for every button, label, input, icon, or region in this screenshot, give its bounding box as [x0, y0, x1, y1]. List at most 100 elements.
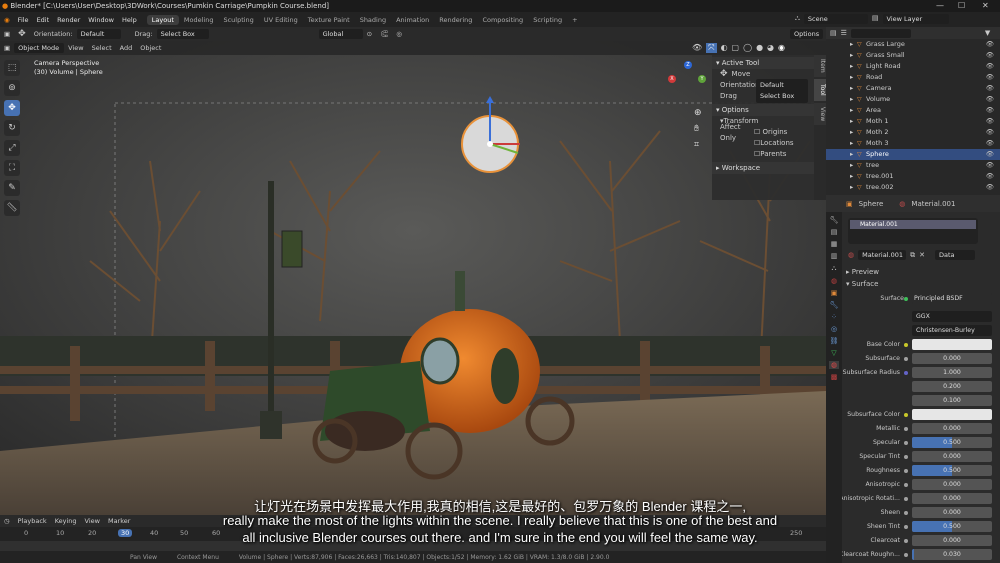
measure-tool-icon[interactable]: 📏︎ [4, 200, 20, 216]
tab-modeling[interactable]: Modeling [179, 15, 219, 25]
input-socket-icon[interactable] [904, 525, 908, 529]
expand-arrow-icon[interactable]: ▸ [850, 171, 853, 182]
mode-dropdown[interactable]: Object Mode [14, 43, 65, 53]
shading-material-icon[interactable]: ◕ [767, 43, 774, 53]
tab-compositing[interactable]: Compositing [477, 15, 528, 25]
gizmo-x-axis[interactable]: X [668, 75, 676, 83]
sss-method-dropdown[interactable]: Christensen-Burley [912, 325, 992, 336]
preview-panel-header[interactable]: ▸ Preview [846, 266, 1000, 278]
scene-selector[interactable]: Scene [803, 14, 868, 24]
input-socket-icon[interactable] [904, 553, 908, 557]
shading-rendered-icon[interactable]: ◉ [778, 43, 785, 53]
move-tool-button[interactable]: ✥ [4, 100, 20, 116]
menu-view[interactable]: View [64, 44, 87, 52]
data-tab-icon[interactable]: ▽ [831, 349, 836, 357]
color-swatch[interactable] [912, 339, 992, 350]
cursor-tool-icon[interactable]: ⊚ [4, 80, 20, 96]
xray-icon[interactable]: ▢ [732, 43, 740, 53]
modifier-tab-icon[interactable]: 🔧︎ [830, 301, 839, 309]
expand-arrow-icon[interactable]: ▸ [850, 182, 853, 193]
outliner-item[interactable]: ▸ ▽ Area 👁︎ [826, 105, 1000, 116]
options-header[interactable]: ▾ Options [712, 104, 814, 116]
tab-view[interactable]: View [814, 103, 826, 125]
view-layer-tab-icon[interactable]: ▥ [831, 252, 838, 260]
visibility-toggle-icon[interactable]: 👁︎ [986, 94, 994, 105]
outliner-item[interactable]: ▸ ▽ Moth 1 👁︎ [826, 116, 1000, 127]
orientation-dropdown[interactable]: Default [76, 29, 121, 39]
value-slider[interactable]: 1.000 [912, 367, 992, 378]
value-slider[interactable]: 0.000 [912, 507, 992, 518]
expand-arrow-icon[interactable]: ▸ [850, 61, 853, 72]
minimize-button[interactable]: — [936, 0, 944, 12]
visibility-toggle-icon[interactable]: 👁︎ [986, 61, 994, 72]
value-slider[interactable]: 0.500 [912, 521, 992, 532]
expand-arrow-icon[interactable]: ▸ [850, 160, 853, 171]
visibility-toggle-icon[interactable]: 👁︎ [986, 105, 994, 116]
outliner-search-input[interactable] [850, 28, 911, 38]
pivot-icon[interactable]: ⊙ [363, 30, 376, 38]
tab-item[interactable]: Item [814, 55, 826, 77]
outliner-item[interactable]: ▸ ▽ Volume 👁︎ [826, 94, 1000, 105]
maximize-button[interactable]: ☐ [958, 0, 965, 12]
outliner-item[interactable]: ▸ ▽ Light Road 👁︎ [826, 61, 1000, 72]
link-dropdown[interactable]: Data [934, 250, 975, 260]
visibility-icon[interactable]: 👁︎ [692, 43, 702, 53]
expand-arrow-icon[interactable]: ▸ [850, 72, 853, 83]
outliner-item[interactable]: ▸ ▽ Moth 2 👁︎ [826, 127, 1000, 138]
outliner-item[interactable]: ▸ ▽ Road 👁︎ [826, 72, 1000, 83]
outliner-item[interactable]: ▸ ▽ tree.001 👁︎ [826, 171, 1000, 182]
value-slider[interactable]: 0.200 [912, 381, 992, 392]
outliner-item[interactable]: ▸ ▽ Camera 👁︎ [826, 83, 1000, 94]
timeline-editor-icon[interactable]: ◷ [0, 517, 14, 525]
value-slider[interactable]: 0.000 [912, 423, 992, 434]
display-mode-icon[interactable]: ☰ [841, 29, 847, 37]
view-layer-selector[interactable]: View Layer [882, 14, 949, 24]
active-tool-header[interactable]: ▾ Active Tool [712, 57, 814, 69]
value-slider[interactable]: 0.000 [912, 535, 992, 546]
np-drag-dropdown[interactable]: Select Box [756, 90, 808, 103]
world-tab-icon[interactable]: ◍ [831, 277, 837, 285]
tab-shading[interactable]: Shading [355, 15, 391, 25]
menu-edit[interactable]: Edit [33, 16, 54, 24]
outliner-editor-icon[interactable]: ▤ [830, 29, 837, 37]
input-socket-icon[interactable] [904, 413, 908, 417]
expand-arrow-icon[interactable]: ▸ [850, 94, 853, 105]
outliner-item[interactable]: ▸ ▽ tree.002 👁︎ [826, 182, 1000, 193]
proportional-edit-icon[interactable]: ◎ [392, 30, 406, 38]
outliner-item[interactable]: ▸ ▽ Moth 3 👁︎ [826, 138, 1000, 149]
material-tab-icon[interactable]: ◍ [828, 361, 840, 369]
gizmo-toggle-icon[interactable]: ⤧ [706, 43, 717, 53]
input-socket-icon[interactable] [904, 343, 908, 347]
visibility-toggle-icon[interactable]: 👁︎ [986, 138, 994, 149]
input-socket-icon[interactable] [904, 511, 908, 515]
outliner-item[interactable]: ▸ ▽ Grass Large 👁︎ [826, 39, 1000, 50]
expand-arrow-icon[interactable]: ▸ [850, 83, 853, 94]
transform-tool-icon[interactable]: ⛶ [4, 160, 20, 176]
scale-tool-icon[interactable]: ⤢ [4, 140, 20, 156]
texture-tab-icon[interactable]: ▩ [831, 373, 838, 381]
expand-arrow-icon[interactable]: ▸ [850, 105, 853, 116]
value-slider[interactable]: 0.500 [912, 465, 992, 476]
gizmo-y-axis[interactable]: Y [698, 75, 706, 83]
gizmo-z-axis[interactable]: Z [684, 61, 692, 69]
outliner-item[interactable]: ▸ ▽ tree 👁︎ [826, 160, 1000, 171]
visibility-toggle-icon[interactable]: 👁︎ [986, 39, 994, 50]
navigation-gizmo[interactable]: Z Y X [668, 61, 708, 111]
expand-arrow-icon[interactable]: ▸ [850, 149, 853, 160]
value-slider[interactable]: 0.030 [912, 549, 992, 560]
value-slider[interactable]: 0.000 [912, 353, 992, 364]
expand-arrow-icon[interactable]: ▸ [850, 127, 853, 138]
input-socket-icon[interactable] [904, 427, 908, 431]
tab-scripting[interactable]: Scripting [528, 15, 567, 25]
options-dropdown[interactable]: Options [790, 29, 824, 39]
3d-viewport[interactable]: Camera Perspective (30) Volume | Sphere … [0, 41, 826, 515]
constraints-tab-icon[interactable]: ⛓︎ [830, 337, 839, 345]
tab-texture-paint[interactable]: Texture Paint [303, 15, 355, 25]
visibility-toggle-icon[interactable]: 👁︎ [986, 160, 994, 171]
surface-shader-field[interactable]: Principled BSDF [912, 293, 992, 304]
object-tab-icon[interactable]: ▣ [831, 289, 838, 297]
snap-icon[interactable]: 🧲︎ [376, 30, 392, 38]
tab-uv-editing[interactable]: UV Editing [259, 15, 303, 25]
visibility-toggle-icon[interactable]: 👁︎ [986, 116, 994, 127]
overlay-icon[interactable]: ◐ [721, 43, 728, 53]
